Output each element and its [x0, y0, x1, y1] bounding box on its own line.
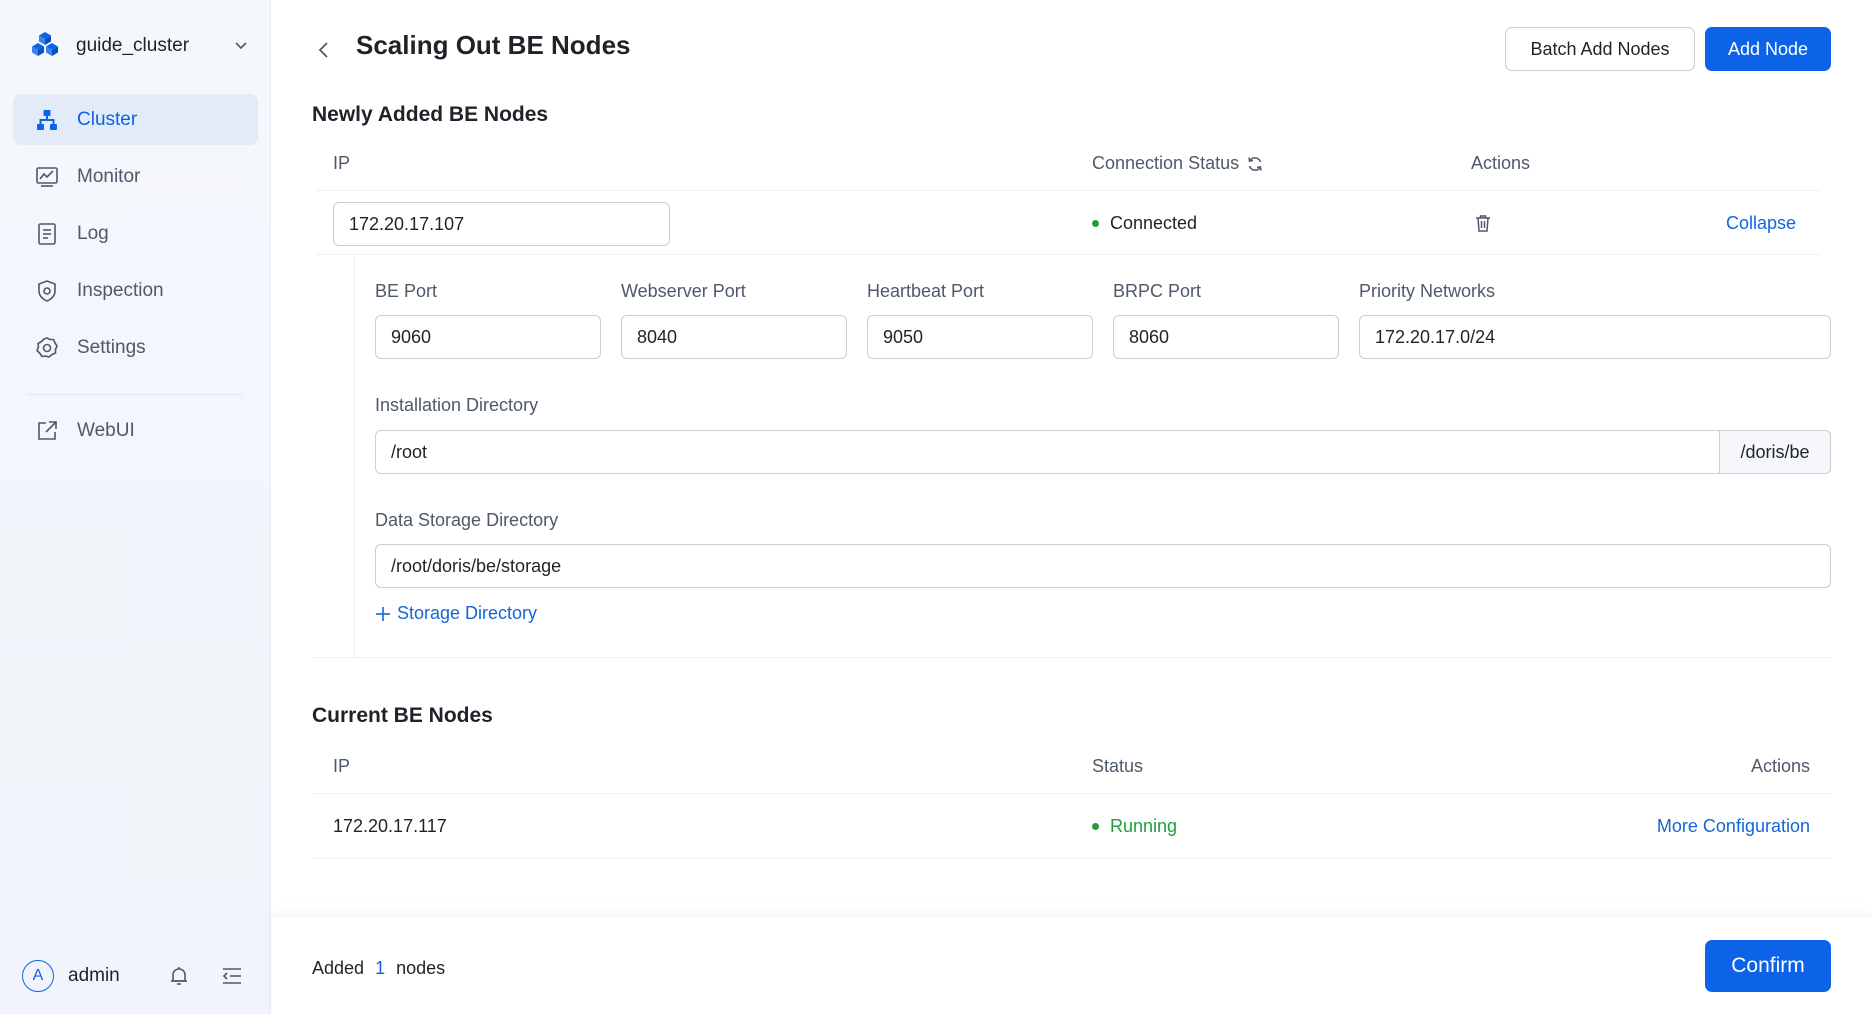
monitor-icon — [35, 165, 59, 189]
sidebar-item-label: Inspection — [77, 279, 164, 301]
brpc-port-input[interactable]: 8060 — [1113, 315, 1339, 359]
installation-directory-suffix: /doris/be — [1720, 430, 1831, 474]
brpc-port-label: BRPC Port — [1113, 281, 1202, 301]
shield-icon — [35, 279, 59, 303]
priority-networks-label: Priority Networks — [1359, 281, 1496, 301]
sidebar-footer: A admin — [22, 956, 252, 996]
status-dot — [1092, 220, 1099, 227]
cluster-selector[interactable]: guide_cluster — [30, 28, 250, 64]
column-header-status: Status — [1092, 756, 1144, 776]
current-nodes-title: Current BE Nodes — [312, 704, 493, 727]
sidebar-item-settings[interactable]: Settings — [13, 322, 258, 373]
add-storage-directory-button[interactable]: Storage Directory — [375, 603, 537, 624]
current-node-status: Running — [1092, 816, 1177, 837]
sidebar-item-cluster[interactable]: Cluster — [13, 94, 258, 145]
collapse-menu-icon[interactable] — [220, 964, 244, 988]
more-configuration-link[interactable]: More Configuration — [1657, 816, 1810, 837]
bell-icon[interactable] — [167, 964, 191, 988]
detail-indent-line — [354, 256, 355, 658]
table-header-divider — [316, 190, 1821, 191]
cluster-name: guide_cluster — [76, 35, 190, 56]
added-count: 1 — [375, 958, 386, 978]
page-title: Scaling Out BE Nodes — [356, 30, 631, 60]
plus-icon — [376, 606, 390, 621]
column-header-ip: IP — [333, 756, 351, 776]
column-header-ip: IP — [333, 153, 351, 173]
current-node-ip: 172.20.17.117 — [333, 816, 447, 836]
footer-bar — [272, 918, 1872, 1014]
table-row-divider — [312, 858, 1831, 859]
webserver-port-label: Webserver Port — [621, 281, 746, 301]
column-header-actions: Actions — [1750, 756, 1810, 776]
avatar[interactable]: A — [22, 960, 54, 992]
sidebar-item-label: Settings — [77, 336, 146, 358]
sidebar-item-webui[interactable]: WebUI — [13, 405, 258, 456]
external-link-icon — [35, 419, 59, 443]
section-divider — [312, 657, 1831, 658]
sidebar-item-inspection[interactable]: Inspection — [13, 265, 258, 316]
connection-status-text: Connected — [1110, 213, 1198, 233]
sidebar-item-monitor[interactable]: Monitor — [13, 151, 258, 202]
refresh-icon[interactable] — [1246, 155, 1264, 173]
current-node-status-text: Running — [1110, 816, 1178, 836]
add-node-button[interactable]: Add Node — [1705, 27, 1831, 71]
node-ip-input[interactable]: 172.20.17.107 — [333, 202, 670, 246]
heartbeat-port-input[interactable]: 9050 — [867, 315, 1093, 359]
connection-status-label: Connection Status — [1092, 153, 1240, 173]
back-arrow-icon[interactable] — [312, 38, 336, 62]
gear-icon — [35, 336, 59, 360]
sidebar-item-label: Cluster — [77, 108, 138, 130]
sidebar-divider — [27, 394, 243, 395]
cluster-icon — [35, 108, 59, 132]
sidebar-item-label: WebUI — [77, 419, 135, 441]
log-icon — [35, 222, 59, 246]
sidebar-item-label: Monitor — [77, 165, 141, 187]
be-port-label: BE Port — [375, 281, 438, 301]
sidebar-item-label: Log — [77, 222, 109, 244]
chevron-down-icon — [235, 42, 247, 50]
collapse-link[interactable]: Collapse — [1726, 213, 1796, 234]
webserver-port-input[interactable]: 8040 — [621, 315, 847, 359]
connection-status: Connected — [1092, 213, 1197, 234]
add-storage-directory-label: Storage Directory — [397, 603, 538, 623]
cluster-logo-icon — [32, 32, 58, 56]
be-port-input[interactable]: 9060 — [375, 315, 601, 359]
column-header-connection-status: Connection Status — [1092, 153, 1264, 174]
user-name[interactable]: admin — [68, 965, 120, 987]
sidebar: guide_cluster Cluster Monitor Log Inspec… — [0, 0, 271, 1014]
added-nodes-summary: Added 1 nodes — [312, 958, 445, 979]
sidebar-nav: Cluster Monitor Log Inspection Settings — [13, 94, 258, 379]
priority-networks-input[interactable]: 172.20.17.0/24 — [1359, 315, 1831, 359]
data-storage-directory-input[interactable]: /root/doris/be/storage — [375, 544, 1831, 588]
trash-icon[interactable] — [1473, 213, 1493, 233]
sidebar-item-log[interactable]: Log — [13, 208, 258, 259]
installation-directory-label: Installation Directory — [375, 395, 539, 415]
added-prefix: Added — [312, 958, 365, 978]
added-suffix: nodes — [396, 958, 446, 978]
table-header-divider — [312, 793, 1831, 794]
main-content: Scaling Out BE Nodes Batch Add Nodes Add… — [272, 0, 1872, 1014]
node-row-divider — [316, 254, 1821, 255]
batch-add-nodes-button[interactable]: Batch Add Nodes — [1505, 27, 1695, 71]
status-dot — [1092, 823, 1099, 830]
data-storage-directory-label: Data Storage Directory — [375, 510, 559, 530]
column-header-actions: Actions — [1471, 153, 1531, 173]
installation-directory-input[interactable]: /root — [375, 430, 1720, 474]
new-nodes-title: Newly Added BE Nodes — [312, 103, 549, 126]
heartbeat-port-label: Heartbeat Port — [867, 281, 985, 301]
confirm-button[interactable]: Confirm — [1705, 940, 1831, 992]
